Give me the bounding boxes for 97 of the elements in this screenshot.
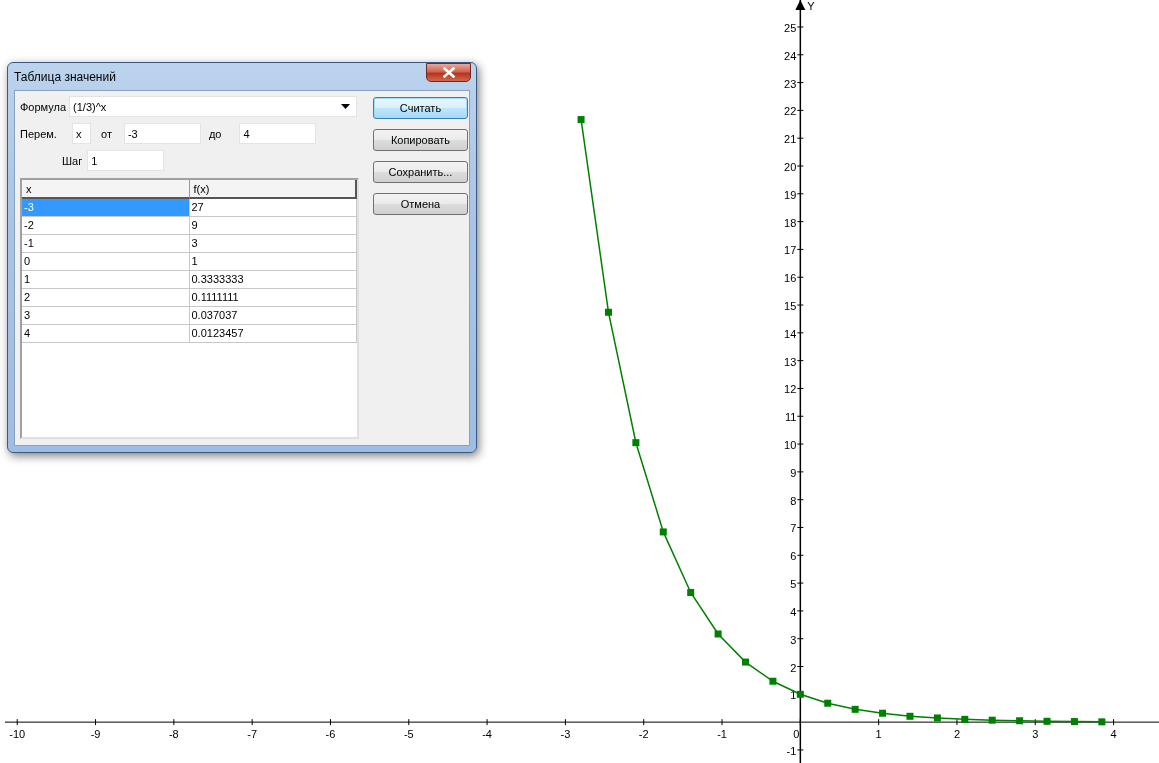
table-cell: 27 xyxy=(189,199,357,217)
close-button[interactable] xyxy=(426,63,471,82)
tick-label: 4 xyxy=(790,605,797,618)
tick-label: -2 xyxy=(638,728,649,741)
formula-label: Формула xyxy=(20,100,67,113)
table-cell: 0.0123457 xyxy=(189,325,357,343)
tick-label: 17 xyxy=(784,244,797,257)
data-point xyxy=(659,528,667,536)
to-field[interactable]: 4 xyxy=(239,123,317,144)
data-point xyxy=(824,699,832,707)
table-cell[interactable]: 4 xyxy=(22,325,190,343)
dialog-button[interactable]: Считать xyxy=(373,97,468,119)
tick-label: 8 xyxy=(790,494,797,507)
caret-icon xyxy=(341,104,351,109)
tick-label: 1 xyxy=(875,728,882,741)
tick-label: 19 xyxy=(784,188,797,201)
tick-label: -1 xyxy=(786,744,797,757)
tick-label: 15 xyxy=(784,300,797,313)
dialog-button[interactable]: Копировать xyxy=(373,129,468,151)
tick-label: 24 xyxy=(784,49,797,62)
data-point xyxy=(769,677,777,685)
tick-label: -6 xyxy=(325,728,336,741)
tick-label: 21 xyxy=(784,133,797,146)
tick-label: 20 xyxy=(784,161,797,173)
table-cell: 0.1111111 xyxy=(189,289,357,307)
data-point xyxy=(742,658,749,666)
tick-label: -9 xyxy=(90,728,101,741)
tick-label: 2 xyxy=(953,728,960,741)
data-point xyxy=(933,714,941,722)
to-label: до xyxy=(208,127,222,140)
table-cell[interactable]: 1 xyxy=(22,271,190,289)
tick-label: -5 xyxy=(403,728,414,741)
tick-label: 23 xyxy=(784,77,797,90)
tick-label: 5 xyxy=(790,578,797,591)
from-field[interactable]: -3 xyxy=(123,123,201,144)
axis-label: Y xyxy=(807,0,815,12)
tick-label: 18 xyxy=(784,216,797,229)
tick-label: -10 xyxy=(9,728,26,741)
tick-label: 10 xyxy=(784,439,797,452)
data-point xyxy=(687,589,695,597)
tick-label: 22 xyxy=(784,105,797,118)
table-cell: 0.037037 xyxy=(189,307,357,325)
tick-label: 2 xyxy=(790,661,797,674)
data-point xyxy=(851,705,859,713)
tick-label: -1 xyxy=(717,728,727,741)
step-label: Шаг xyxy=(62,154,83,167)
table-cell[interactable]: -2 xyxy=(22,217,190,235)
tick-label: 16 xyxy=(784,272,797,285)
data-point xyxy=(632,439,640,447)
tick-label: 4 xyxy=(1110,728,1117,741)
tick-label: 7 xyxy=(790,522,797,535)
data-point xyxy=(961,715,969,723)
variable-field[interactable]: x xyxy=(72,123,91,144)
tick-label: -4 xyxy=(482,728,492,741)
close-icon xyxy=(442,67,455,78)
data-point xyxy=(796,690,804,698)
window-title: Таблица значений xyxy=(14,69,116,84)
table-cell[interactable]: -1 xyxy=(22,235,190,253)
table-cell: 1 xyxy=(189,253,357,271)
data-point xyxy=(879,709,887,717)
data-point xyxy=(714,630,722,638)
tick-label: -3 xyxy=(560,728,571,741)
table-cell: 3 xyxy=(189,235,357,253)
tick-label: 11 xyxy=(784,411,797,424)
tick-label: 3 xyxy=(790,633,797,646)
tick-label: 3 xyxy=(1032,728,1039,741)
table-cell[interactable]: 3 xyxy=(22,307,190,325)
data-point xyxy=(988,716,996,724)
tick-label: 0 xyxy=(793,728,800,741)
table-cell[interactable]: 2 xyxy=(22,289,190,307)
tick-label: 12 xyxy=(784,383,797,396)
formula-dropdown[interactable]: (1/3)^x xyxy=(69,96,358,117)
table-cell[interactable]: 0 xyxy=(22,253,190,271)
data-point xyxy=(577,116,585,124)
tick-label: 1 xyxy=(790,689,797,702)
column-header[interactable]: f(x) xyxy=(189,180,357,199)
variable-label: Перем. xyxy=(20,127,58,140)
step-field[interactable]: 1 xyxy=(87,150,165,171)
table-cell: 0.3333333 xyxy=(189,271,357,289)
column-header[interactable]: x xyxy=(22,180,190,199)
table-cell: 9 xyxy=(189,217,357,235)
dialog-button[interactable]: Отмена xyxy=(373,193,468,215)
data-point xyxy=(1070,718,1078,726)
tick-label: 6 xyxy=(790,550,797,563)
data-point xyxy=(1043,717,1051,725)
data-point xyxy=(605,308,612,316)
tick-label: -7 xyxy=(247,728,258,741)
tick-label: -8 xyxy=(168,728,179,741)
tick-label: 9 xyxy=(790,466,797,479)
tick-label: 25 xyxy=(784,21,797,34)
data-point xyxy=(1098,718,1106,726)
tick-label: 14 xyxy=(784,327,797,340)
data-point xyxy=(906,712,914,720)
from-label: от xyxy=(101,127,112,140)
dialog-button[interactable]: Сохранить... xyxy=(373,161,468,183)
tick-label: 13 xyxy=(784,355,797,368)
data-point xyxy=(1016,717,1024,725)
